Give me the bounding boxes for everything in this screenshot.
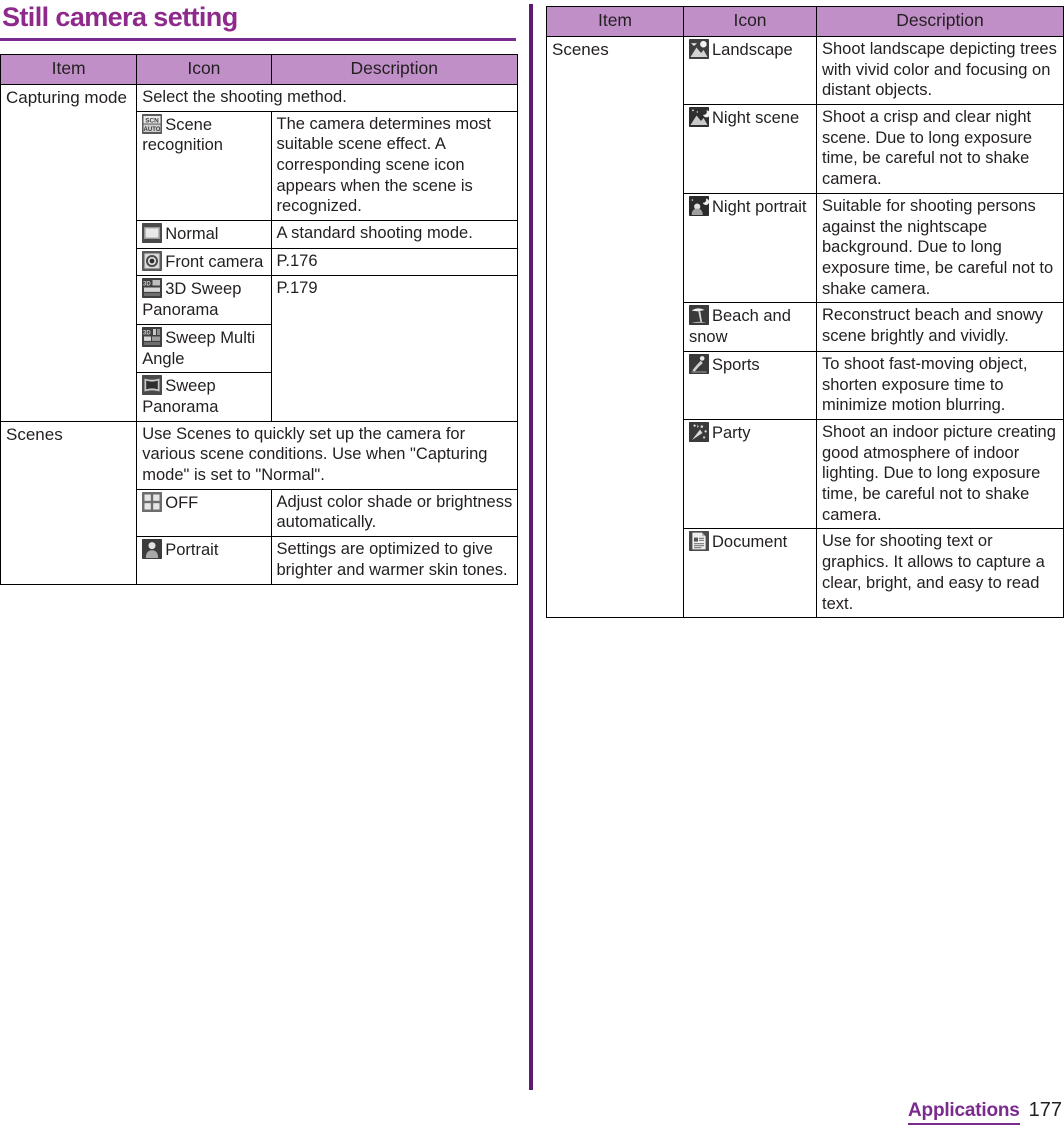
icon-cell-3d-sweep-panorama: 3D 3D Sweep Panorama: [136, 275, 272, 325]
row-item-scenes: Scenes: [546, 35, 684, 619]
row-item-capturing-mode: Capturing mode: [0, 83, 138, 422]
description-cell: Shoot landscape depicting trees with viv…: [816, 35, 1064, 106]
party-icon: [689, 421, 709, 442]
svg-text:AUTO: AUTO: [144, 126, 161, 132]
capturing-mode-intro: Select the shooting method.: [136, 83, 518, 112]
description-cell: A standard shooting mode.: [270, 220, 518, 249]
icon-label: Landscape: [712, 40, 793, 59]
icon-cell-landscape: Landscape: [683, 35, 817, 106]
manual-page: Still camera setting Item Icon Descripti…: [0, 0, 1064, 1131]
icon-label: Document: [712, 533, 788, 552]
icon-label: Normal: [165, 225, 219, 244]
icon-cell-front-camera: Front camera: [136, 247, 272, 277]
scenes-off-icon: [142, 491, 163, 512]
icon-cell-scenes-off: OFF: [136, 488, 272, 538]
sports-icon: [689, 353, 709, 374]
icon-cell-party: Party: [683, 418, 817, 530]
description-cell: The camera determines most suitable scen…: [270, 110, 518, 222]
column-header-icon: Icon: [683, 6, 817, 37]
right-column: Item Icon Description Scenes Landscape S…: [546, 6, 1064, 619]
normal-mode-icon: [142, 223, 163, 244]
icon-label: Front camera: [165, 252, 264, 271]
still-camera-setting-table-left: Item Icon Description Capturing mode Sel…: [0, 53, 518, 585]
beach-and-snow-icon: [689, 305, 709, 326]
icon-cell-night-scene: Night scene: [683, 104, 817, 194]
icon-label: Night scene: [712, 109, 800, 128]
night-portrait-icon: [689, 195, 709, 216]
page-number: 177: [1028, 1099, 1062, 1121]
document-icon: [689, 531, 709, 552]
sweep-panorama-icon: [142, 375, 163, 396]
scenes-intro: Use Scenes to quickly set up the camera …: [136, 420, 518, 490]
icon-cell-sweep-multi-angle: 3D Sweep Multi Angle: [136, 323, 272, 374]
page-footer: Applications 177: [908, 1099, 1062, 1125]
scene-recognition-icon: SCN AUTO: [142, 113, 163, 134]
icon-cell-normal: Normal: [136, 220, 272, 249]
description-cell: P.176: [270, 247, 518, 277]
description-cell: P.179: [270, 275, 518, 422]
still-camera-setting-table-right: Item Icon Description Scenes Landscape S…: [546, 6, 1064, 619]
icon-label: Portrait: [165, 541, 219, 560]
icon-cell-sports: Sports: [683, 350, 817, 420]
icon-cell-beach-and-snow: Beach and snow: [683, 302, 817, 352]
column-header-description: Description: [816, 6, 1064, 37]
3d-sweep-panorama-icon: 3D: [142, 278, 163, 299]
icon-cell-scene-recognition: SCN AUTO Scene recognition: [136, 110, 272, 222]
title-underline: [0, 38, 516, 41]
landscape-icon: [689, 38, 709, 59]
icon-cell-document: Document: [683, 528, 817, 619]
row-item-scenes: Scenes: [0, 420, 138, 585]
left-column: Still camera setting Item Icon Descripti…: [0, 0, 518, 585]
table-header-row: Item Icon Description: [0, 53, 518, 85]
icon-label: OFF: [165, 493, 199, 512]
icon-cell-night-portrait: Night portrait: [683, 192, 817, 304]
night-scene-icon: [689, 107, 709, 128]
description-cell: Suitable for shooting persons against th…: [816, 192, 1064, 304]
sweep-multi-angle-icon: 3D: [142, 326, 163, 347]
svg-text:3D: 3D: [143, 330, 151, 336]
icon-cell-portrait: Portrait: [136, 536, 272, 585]
table-row: Scenes Use Scenes to quickly set up the …: [0, 420, 518, 585]
table-header-row: Item Icon Description: [546, 6, 1064, 37]
column-header-description: Description: [270, 53, 518, 85]
description-cell: To shoot fast-moving object, shorten exp…: [816, 350, 1064, 420]
description-cell: Settings are optimized to give brighter …: [270, 536, 518, 585]
footer-section-label: Applications: [908, 1100, 1020, 1125]
description-cell: Use for shooting text or graphics. It al…: [816, 528, 1064, 619]
table-row: Capturing mode Select the shooting metho…: [0, 83, 518, 422]
description-cell: Adjust color shade or brightness automat…: [270, 488, 518, 538]
description-cell: Shoot a crisp and clear night scene. Due…: [816, 104, 1064, 194]
icon-cell-sweep-panorama: Sweep Panorama: [136, 372, 272, 422]
svg-text:SCN: SCN: [146, 117, 160, 124]
front-camera-icon: [142, 250, 163, 271]
portrait-icon: [142, 539, 163, 560]
page-title: Still camera setting: [2, 2, 238, 32]
column-header-item: Item: [546, 6, 684, 37]
description-cell: Reconstruct beach and snowy scene bright…: [816, 302, 1064, 352]
column-divider: [529, 4, 533, 1090]
description-cell: Shoot an indoor picture creating good at…: [816, 418, 1064, 530]
svg-text:3D: 3D: [143, 282, 151, 288]
column-header-icon: Icon: [136, 53, 272, 85]
icon-label: Sports: [712, 355, 760, 374]
icon-label: Night portrait: [712, 197, 807, 216]
table-row: Scenes Landscape Shoot landscape depicti…: [546, 35, 1064, 619]
column-header-item: Item: [0, 53, 138, 85]
icon-label: Party: [712, 423, 751, 442]
